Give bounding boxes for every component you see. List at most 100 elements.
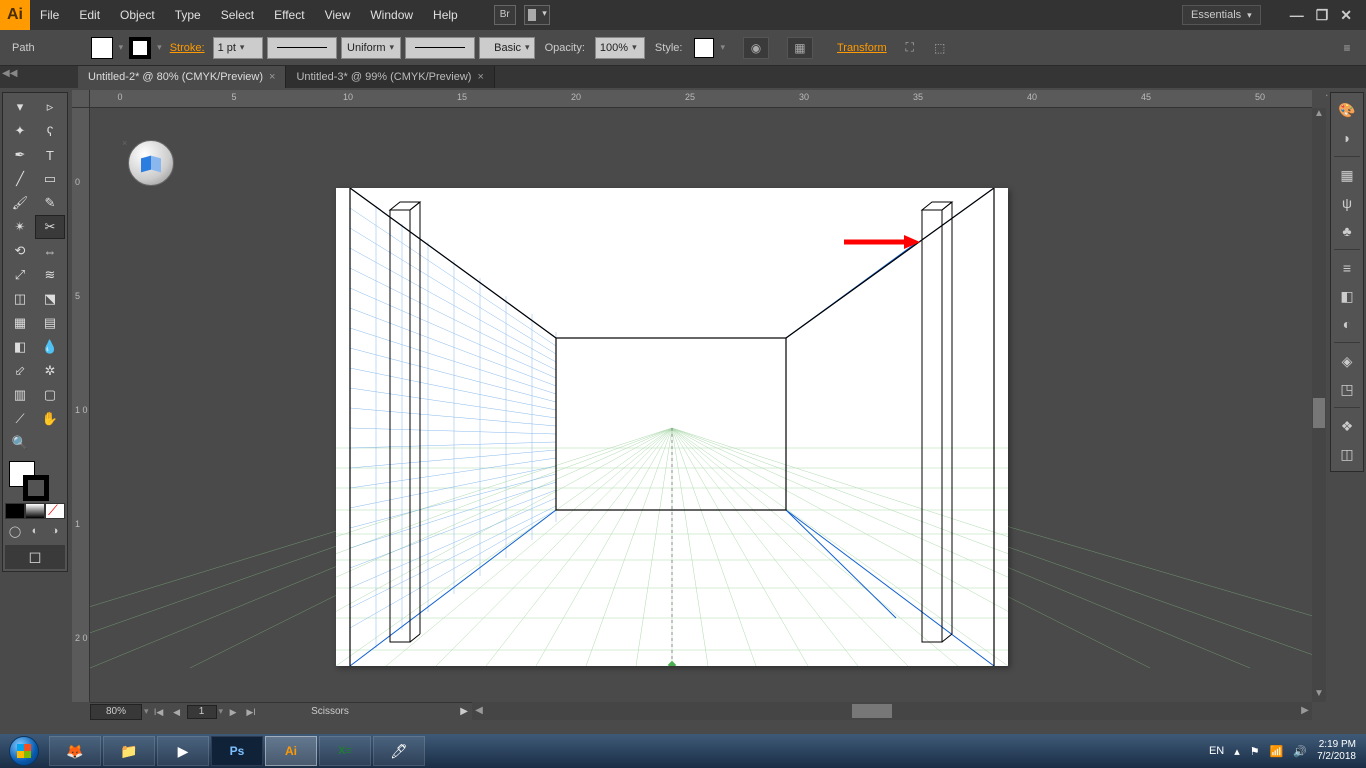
tray-clock[interactable]: 2:19 PM 7/2/2018: [1317, 739, 1356, 763]
scroll-right-icon[interactable]: ▶: [1298, 702, 1312, 720]
rectangle-tool[interactable]: ▭: [35, 167, 65, 191]
hand-tool[interactable]: ✋: [35, 407, 65, 431]
next-artboard-button[interactable]: ▶: [225, 705, 241, 719]
menu-view[interactable]: View: [315, 0, 361, 30]
selection-tool[interactable]: ▾: [5, 95, 35, 119]
minimize-button[interactable]: —: [1290, 7, 1304, 24]
menu-window[interactable]: Window: [360, 0, 423, 30]
mesh-tool[interactable]: ▤: [35, 311, 65, 335]
brushes-panel-icon[interactable]: ψ: [1333, 190, 1361, 216]
start-button[interactable]: [0, 734, 48, 768]
paintbrush-tool[interactable]: 🖌: [5, 191, 35, 215]
perspective-plane-widget[interactable]: [128, 140, 174, 186]
shape-builder-tool[interactable]: ⬔: [35, 287, 65, 311]
taskbar-app[interactable]: 🖊: [373, 736, 425, 766]
menu-file[interactable]: File: [30, 0, 69, 30]
collapse-tools-icon[interactable]: ◀◀: [2, 68, 14, 80]
tray-action-center-icon[interactable]: ⚑: [1250, 745, 1260, 758]
taskbar-firefox[interactable]: 🦊: [49, 736, 101, 766]
swatches-panel-icon[interactable]: ▦: [1333, 162, 1361, 188]
stroke-swatch[interactable]: [129, 37, 151, 59]
stroke-weight-input[interactable]: 1 pt: [213, 37, 263, 59]
menu-edit[interactable]: Edit: [69, 0, 110, 30]
tray-volume-icon[interactable]: 🔊: [1293, 745, 1307, 758]
recolor-artwork-button[interactable]: ◉: [743, 37, 769, 59]
fill-stroke-control[interactable]: [5, 459, 65, 503]
type-tool[interactable]: T: [35, 143, 65, 167]
stroke-panel-link[interactable]: Stroke:: [166, 42, 209, 54]
perspective-widget-close-icon[interactable]: ×: [122, 138, 132, 148]
blob-brush-tool[interactable]: ✴: [5, 215, 35, 239]
eraser-scissors-tool[interactable]: ✂: [35, 215, 65, 239]
vertical-ruler[interactable]: 0 5 1 0 1 2 0: [72, 108, 90, 702]
slice-tool[interactable]: ⟋: [5, 407, 35, 431]
pen-tool[interactable]: ✒: [5, 143, 35, 167]
isolate-button[interactable]: ⛶: [897, 37, 923, 59]
close-tab-icon[interactable]: ×: [269, 71, 275, 83]
gradient-panel-icon[interactable]: ◧: [1333, 283, 1361, 309]
perspective-grid-tool[interactable]: ▦: [5, 311, 35, 335]
lasso-tool[interactable]: ʕ: [35, 119, 65, 143]
rotate-tool[interactable]: ⟲: [5, 239, 35, 263]
horizontal-scroll-thumb[interactable]: [852, 704, 892, 718]
document-viewport[interactable]: ×: [90, 108, 1312, 702]
tray-expand-icon[interactable]: ▴: [1234, 745, 1240, 758]
layers-panel-icon[interactable]: ❖: [1333, 413, 1361, 439]
graphic-styles-panel-icon[interactable]: ◳: [1333, 376, 1361, 402]
menu-type[interactable]: Type: [165, 0, 211, 30]
style-swatch[interactable]: [694, 38, 714, 58]
artboard-tool[interactable]: ▢: [35, 383, 65, 407]
brush-preview[interactable]: [405, 37, 475, 59]
line-tool[interactable]: ╱: [5, 167, 35, 191]
taskbar-excel[interactable]: X≡: [319, 736, 371, 766]
appearance-panel-icon[interactable]: ◈: [1333, 348, 1361, 374]
edit-clip-button[interactable]: ⬚: [927, 37, 953, 59]
symbol-sprayer-tool[interactable]: ✲: [35, 359, 65, 383]
screen-mode-button[interactable]: ◻: [5, 545, 65, 569]
document-tab-2[interactable]: Untitled-3* @ 99% (CMYK/Preview) ×: [286, 66, 494, 88]
horizontal-scrollbar[interactable]: ◀ ▶: [472, 702, 1312, 720]
maximize-button[interactable]: ❐: [1316, 7, 1329, 24]
eyedropper-tool[interactable]: 💧: [35, 335, 65, 359]
artboard-number-input[interactable]: 1: [187, 705, 217, 719]
zoom-tool[interactable]: 🔍: [5, 431, 35, 455]
draw-modes[interactable]: ◯◐◑: [5, 521, 65, 541]
workspace-switcher[interactable]: Essentials: [1182, 5, 1261, 25]
tray-network-icon[interactable]: 📶: [1270, 745, 1284, 758]
status-menu-icon[interactable]: ▶: [460, 706, 468, 717]
last-artboard-button[interactable]: ▶I: [243, 705, 259, 719]
gradient-tool[interactable]: ◧: [5, 335, 35, 359]
menu-object[interactable]: Object: [110, 0, 165, 30]
first-artboard-button[interactable]: I◀: [151, 705, 167, 719]
free-transform-tool[interactable]: ◫: [5, 287, 35, 311]
profile-dropdown[interactable]: Uniform: [341, 37, 401, 59]
tray-language[interactable]: EN: [1209, 745, 1224, 757]
zoom-level-input[interactable]: 80%: [90, 704, 142, 720]
reflect-tool[interactable]: ⇔: [35, 239, 65, 263]
prev-artboard-button[interactable]: ◀: [169, 705, 185, 719]
close-tab-icon[interactable]: ×: [477, 71, 483, 83]
scale-tool[interactable]: ⤢: [5, 263, 35, 287]
blend-tool[interactable]: ⬃: [5, 359, 35, 383]
taskbar-mediaplayer[interactable]: ▶: [157, 736, 209, 766]
document-tab-1[interactable]: Untitled-2* @ 80% (CMYK/Preview) ×: [78, 66, 286, 88]
column-graph-tool[interactable]: ▥: [5, 383, 35, 407]
transform-panel-link[interactable]: Transform: [831, 42, 893, 54]
scroll-down-icon[interactable]: ▼: [1312, 688, 1326, 702]
transparency-panel-icon[interactable]: ◐: [1333, 311, 1361, 337]
width-tool[interactable]: ≋: [35, 263, 65, 287]
brush-dropdown[interactable]: Basic: [479, 37, 535, 59]
bridge-button[interactable]: Br: [494, 5, 516, 25]
variable-width-profile[interactable]: [267, 37, 337, 59]
color-mode-row[interactable]: ⟋: [5, 503, 65, 521]
arrange-documents-button[interactable]: [524, 5, 550, 25]
fill-swatch[interactable]: [91, 37, 113, 59]
taskbar-photoshop[interactable]: Ps: [211, 736, 263, 766]
scroll-left-icon[interactable]: ◀: [472, 702, 486, 720]
menu-effect[interactable]: Effect: [264, 0, 314, 30]
magic-wand-tool[interactable]: ✦: [5, 119, 35, 143]
horizontal-ruler[interactable]: 0 5 10 15 20 25 30 35 40 45 50: [90, 90, 1312, 108]
control-menu-icon[interactable]: ≡: [1334, 37, 1360, 59]
taskbar-explorer[interactable]: 📁: [103, 736, 155, 766]
vertical-scroll-thumb[interactable]: [1313, 398, 1325, 428]
